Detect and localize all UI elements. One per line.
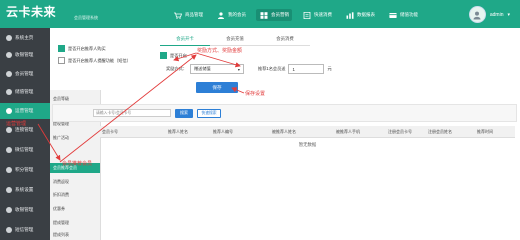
arrow-to-amount-input — [195, 52, 241, 68]
annotation-arrows — [37, 52, 245, 163]
arrow-to-save — [231, 87, 245, 94]
arrow-referral-to-tab — [59, 54, 197, 163]
arrow-operations-to-submenu — [37, 123, 61, 161]
arrow-to-reward-select — [173, 52, 197, 62]
